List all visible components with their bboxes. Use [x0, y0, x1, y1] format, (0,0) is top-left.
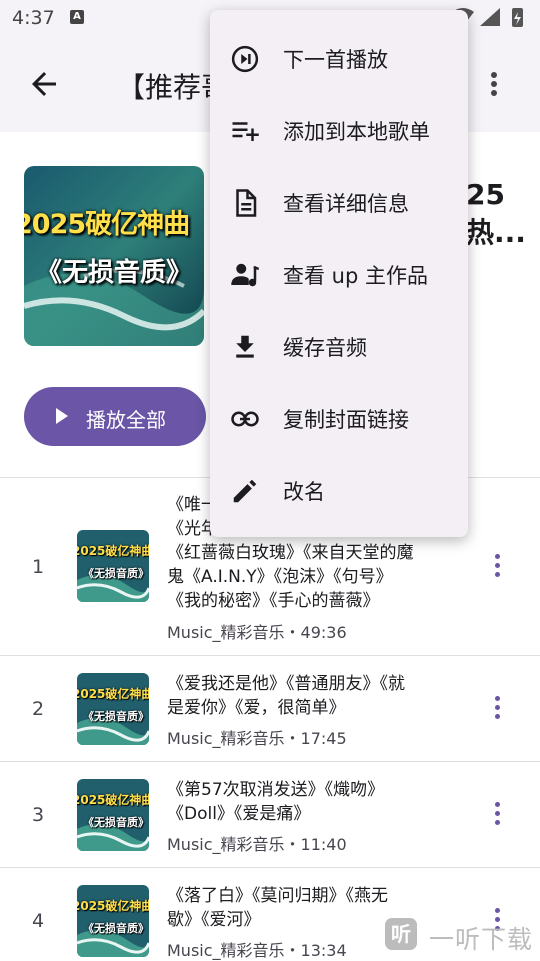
- playlist-title-line2: 热...: [466, 216, 526, 249]
- menu-item-up-works[interactable]: 查看 up 主作品: [210, 238, 468, 310]
- person-music-icon: [231, 263, 259, 287]
- watermark-logo-icon: 听: [385, 918, 417, 950]
- song-title: 《落了白》《莫问归期》《燕无 歇》《爱河》: [167, 884, 462, 932]
- more-vert-dot: [495, 563, 500, 568]
- song-title-line: 《第57次取消发送》《熾吻》: [167, 780, 385, 800]
- signal-icon: [480, 8, 500, 26]
- play-all-button[interactable]: 播放全部: [24, 387, 206, 446]
- notification-a-icon: A: [70, 10, 84, 24]
- menu-item-label: 复制封面链接: [283, 408, 409, 432]
- play-all-label: 播放全部: [86, 408, 166, 432]
- thumbnail-text-line2: 《无损音质》: [83, 567, 149, 580]
- menu-item-copy-cover-link[interactable]: 复制封面链接: [210, 382, 468, 454]
- song-title: 《爱我还是他》《普通朋友》《就 是爱你》《爱，很简单》: [167, 672, 462, 720]
- song-thumbnail: 2025破亿神曲 《无损音质》: [77, 779, 149, 851]
- song-subtitle: Music_精彩音乐・13:34: [167, 941, 347, 960]
- more-vert-icon: [495, 554, 500, 559]
- song-thumbnail: 2025破亿神曲 《无损音质》: [77, 673, 149, 745]
- menu-item-play-next[interactable]: 下一首播放: [210, 22, 468, 94]
- song-index: 1: [31, 556, 45, 578]
- arrow-back-icon: [32, 72, 56, 96]
- thumbnail-text-line1: 2025破亿神曲: [77, 544, 149, 558]
- song-more-button[interactable]: [488, 696, 508, 722]
- song-title-line: 《我的秘密》《手心的蔷薇》: [167, 591, 380, 611]
- song-thumbnail: 2025破亿神曲 《无损音质》: [77, 885, 149, 957]
- thumbnail-text-line2: 《无损音质》: [83, 710, 149, 723]
- menu-item-label: 下一首播放: [283, 48, 388, 72]
- download-icon: [236, 335, 254, 358]
- song-index: 3: [31, 804, 45, 826]
- cover-text-line2: 《无损音质》: [36, 258, 193, 288]
- thumbnail-text-line1: 2025破亿神曲: [77, 899, 149, 913]
- link-icon: [231, 411, 259, 427]
- more-vert-dot: [495, 820, 500, 825]
- thumbnail-text-line2: 《无损音质》: [83, 816, 149, 829]
- song-subtitle: Music_精彩音乐・17:45: [167, 729, 347, 748]
- song-title: 《第57次取消发送》《熾吻》 《Doll》《爱是痛》: [167, 778, 462, 826]
- menu-item-add-to-playlist[interactable]: 添加到本地歌单: [210, 94, 468, 166]
- song-row-2[interactable]: 2 2025破亿神曲 《无损音质》 《爱我还是他》《普通朋友》《就 是爱你》《爱…: [0, 656, 540, 761]
- song-more-button[interactable]: [488, 554, 508, 580]
- playlist-title: 25 热...: [466, 176, 526, 252]
- status-time: 4:37: [12, 7, 55, 29]
- thumbnail-text-line2: 《无损音质》: [83, 922, 149, 935]
- song-title-line: 鬼《A.I.N.Y》《泡沫》《句号》: [167, 567, 393, 587]
- song-title-line: 《落了白》《莫问归期》《燕无: [167, 886, 388, 906]
- playlist-title-line1: 25: [466, 178, 505, 211]
- song-subtitle: Music_精彩音乐・49:36: [167, 623, 347, 642]
- song-title-line: 歇》《爱河》: [167, 910, 261, 930]
- menu-item-rename[interactable]: 改名: [210, 454, 468, 526]
- watermark-text: 一听下载: [429, 925, 534, 954]
- song-more-button[interactable]: [488, 802, 508, 828]
- cover-text-line1: 2025破亿神曲: [24, 209, 190, 240]
- more-vert-icon: [495, 802, 500, 807]
- more-vert-dot: [495, 572, 500, 577]
- more-vert-icon: [491, 72, 497, 96]
- thumbnail-text-line1: 2025破亿神曲: [77, 793, 149, 807]
- song-index: 2: [31, 698, 45, 720]
- song-title-line: 《红蔷薇白玫瑰》《来自天堂的魔: [167, 543, 414, 563]
- menu-item-cache-audio[interactable]: 缓存音频: [210, 310, 468, 382]
- menu-item-label: 缓存音频: [283, 336, 367, 360]
- more-vert-dot: [495, 811, 500, 816]
- song-row-3[interactable]: 3 2025破亿神曲 《无损音质》 《第57次取消发送》《熾吻》 《Doll》《…: [0, 762, 540, 867]
- menu-item-label: 改名: [283, 480, 325, 504]
- song-index: 4: [31, 910, 45, 932]
- song-title-line: 《爱我还是他》《普通朋友》《就: [167, 674, 405, 694]
- more-vert-icon: [495, 908, 500, 913]
- pencil-icon: [233, 479, 257, 503]
- play-icon: [56, 408, 68, 424]
- menu-item-label: 添加到本地歌单: [283, 120, 430, 144]
- song-thumbnail: 2025破亿神曲 《无损音质》: [77, 530, 149, 602]
- more-vert-dot: [495, 714, 500, 719]
- more-vert-icon: [495, 696, 500, 701]
- document-icon: [236, 189, 257, 217]
- song-subtitle: Music_精彩音乐・11:40: [167, 835, 347, 854]
- menu-item-label: 查看详细信息: [283, 192, 409, 216]
- thumbnail-text-line1: 2025破亿神曲: [77, 687, 149, 701]
- more-vert-dot: [495, 705, 500, 710]
- song-title-line: 是爱你》《爱，很简单》: [167, 698, 346, 718]
- playlist-add-icon: [232, 122, 259, 141]
- back-button[interactable]: [26, 66, 62, 102]
- more-options-button[interactable]: [480, 66, 508, 102]
- menu-item-details[interactable]: 查看详细信息: [210, 166, 468, 238]
- context-menu: 下一首播放 添加到本地歌单 查看详细信息 查看 up 主作品 缓存音频 复制封面…: [210, 10, 468, 537]
- song-title-line: 《Doll》《爱是痛》: [167, 804, 311, 824]
- menu-item-label: 查看 up 主作品: [283, 264, 428, 288]
- play-next-icon: [231, 45, 259, 73]
- playlist-cover: 2025破亿神曲 《无损音质》: [24, 166, 204, 346]
